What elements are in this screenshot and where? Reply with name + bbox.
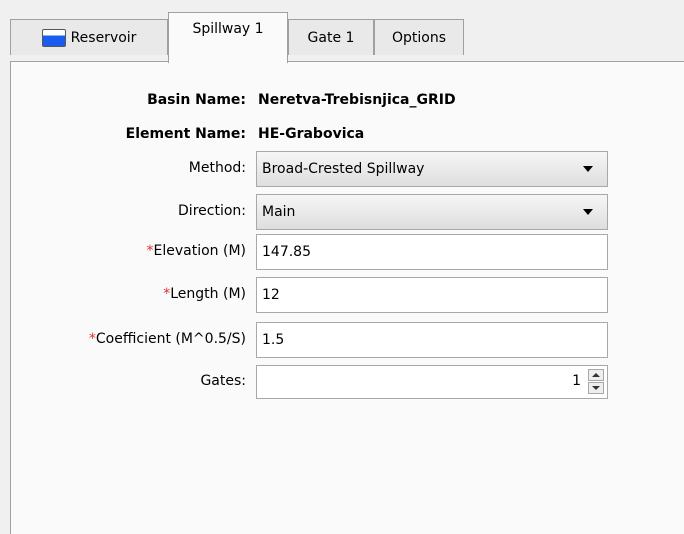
chevron-down-icon (583, 209, 593, 215)
direction-select-value: Main (262, 204, 296, 220)
direction-label: Direction: (178, 203, 246, 219)
tab-gate-1-label: Gate 1 (307, 29, 355, 46)
elevation-input[interactable]: 147.85 (256, 234, 608, 270)
gates-spinner[interactable]: 1 (256, 365, 608, 399)
tab-gate-1[interactable]: Gate 1 (288, 19, 374, 55)
spinner-buttons (588, 369, 604, 395)
chevron-down-icon (583, 166, 593, 172)
coefficient-input-value: 1.5 (262, 332, 285, 348)
reservoir-icon (41, 28, 66, 47)
spinner-up-icon[interactable] (588, 369, 604, 381)
method-select-value: Broad-Crested Spillway (262, 161, 425, 177)
tab-options-label: Options (391, 29, 447, 46)
required-marker: * (88, 331, 96, 347)
length-input-value: 12 (262, 287, 280, 303)
method-select[interactable]: Broad-Crested Spillway (256, 151, 608, 187)
basin-name-label: Basin Name: (147, 92, 246, 108)
gates-label: Gates: (200, 373, 246, 389)
length-label: *Length (M) (163, 286, 246, 302)
length-input[interactable]: 12 (256, 277, 608, 313)
spinner-down-icon[interactable] (588, 382, 604, 394)
tab-spillway-1-label: Spillway 1 (192, 21, 264, 37)
tab-reservoir[interactable]: Reservoir (10, 19, 168, 55)
method-label: Method: (188, 160, 246, 176)
tab-reservoir-label: Reservoir (70, 29, 137, 46)
tab-options[interactable]: Options (374, 19, 464, 55)
element-name-value: HE-Grabovica (258, 126, 365, 142)
elevation-label: *Elevation (M) (146, 243, 246, 259)
direction-select[interactable]: Main (256, 194, 608, 230)
basin-name-value: Neretva-Trebisnjica_GRID (258, 92, 456, 108)
element-name-label: Element Name: (125, 126, 246, 142)
tab-spillway-1[interactable]: Spillway 1 (168, 12, 288, 63)
coefficient-label: *Coefficient (M^0.5/S) (88, 331, 246, 347)
coefficient-input[interactable]: 1.5 (256, 322, 608, 358)
elevation-input-value: 147.85 (262, 244, 311, 260)
gates-spinner-value: 1 (572, 373, 581, 389)
required-marker: * (146, 243, 154, 259)
